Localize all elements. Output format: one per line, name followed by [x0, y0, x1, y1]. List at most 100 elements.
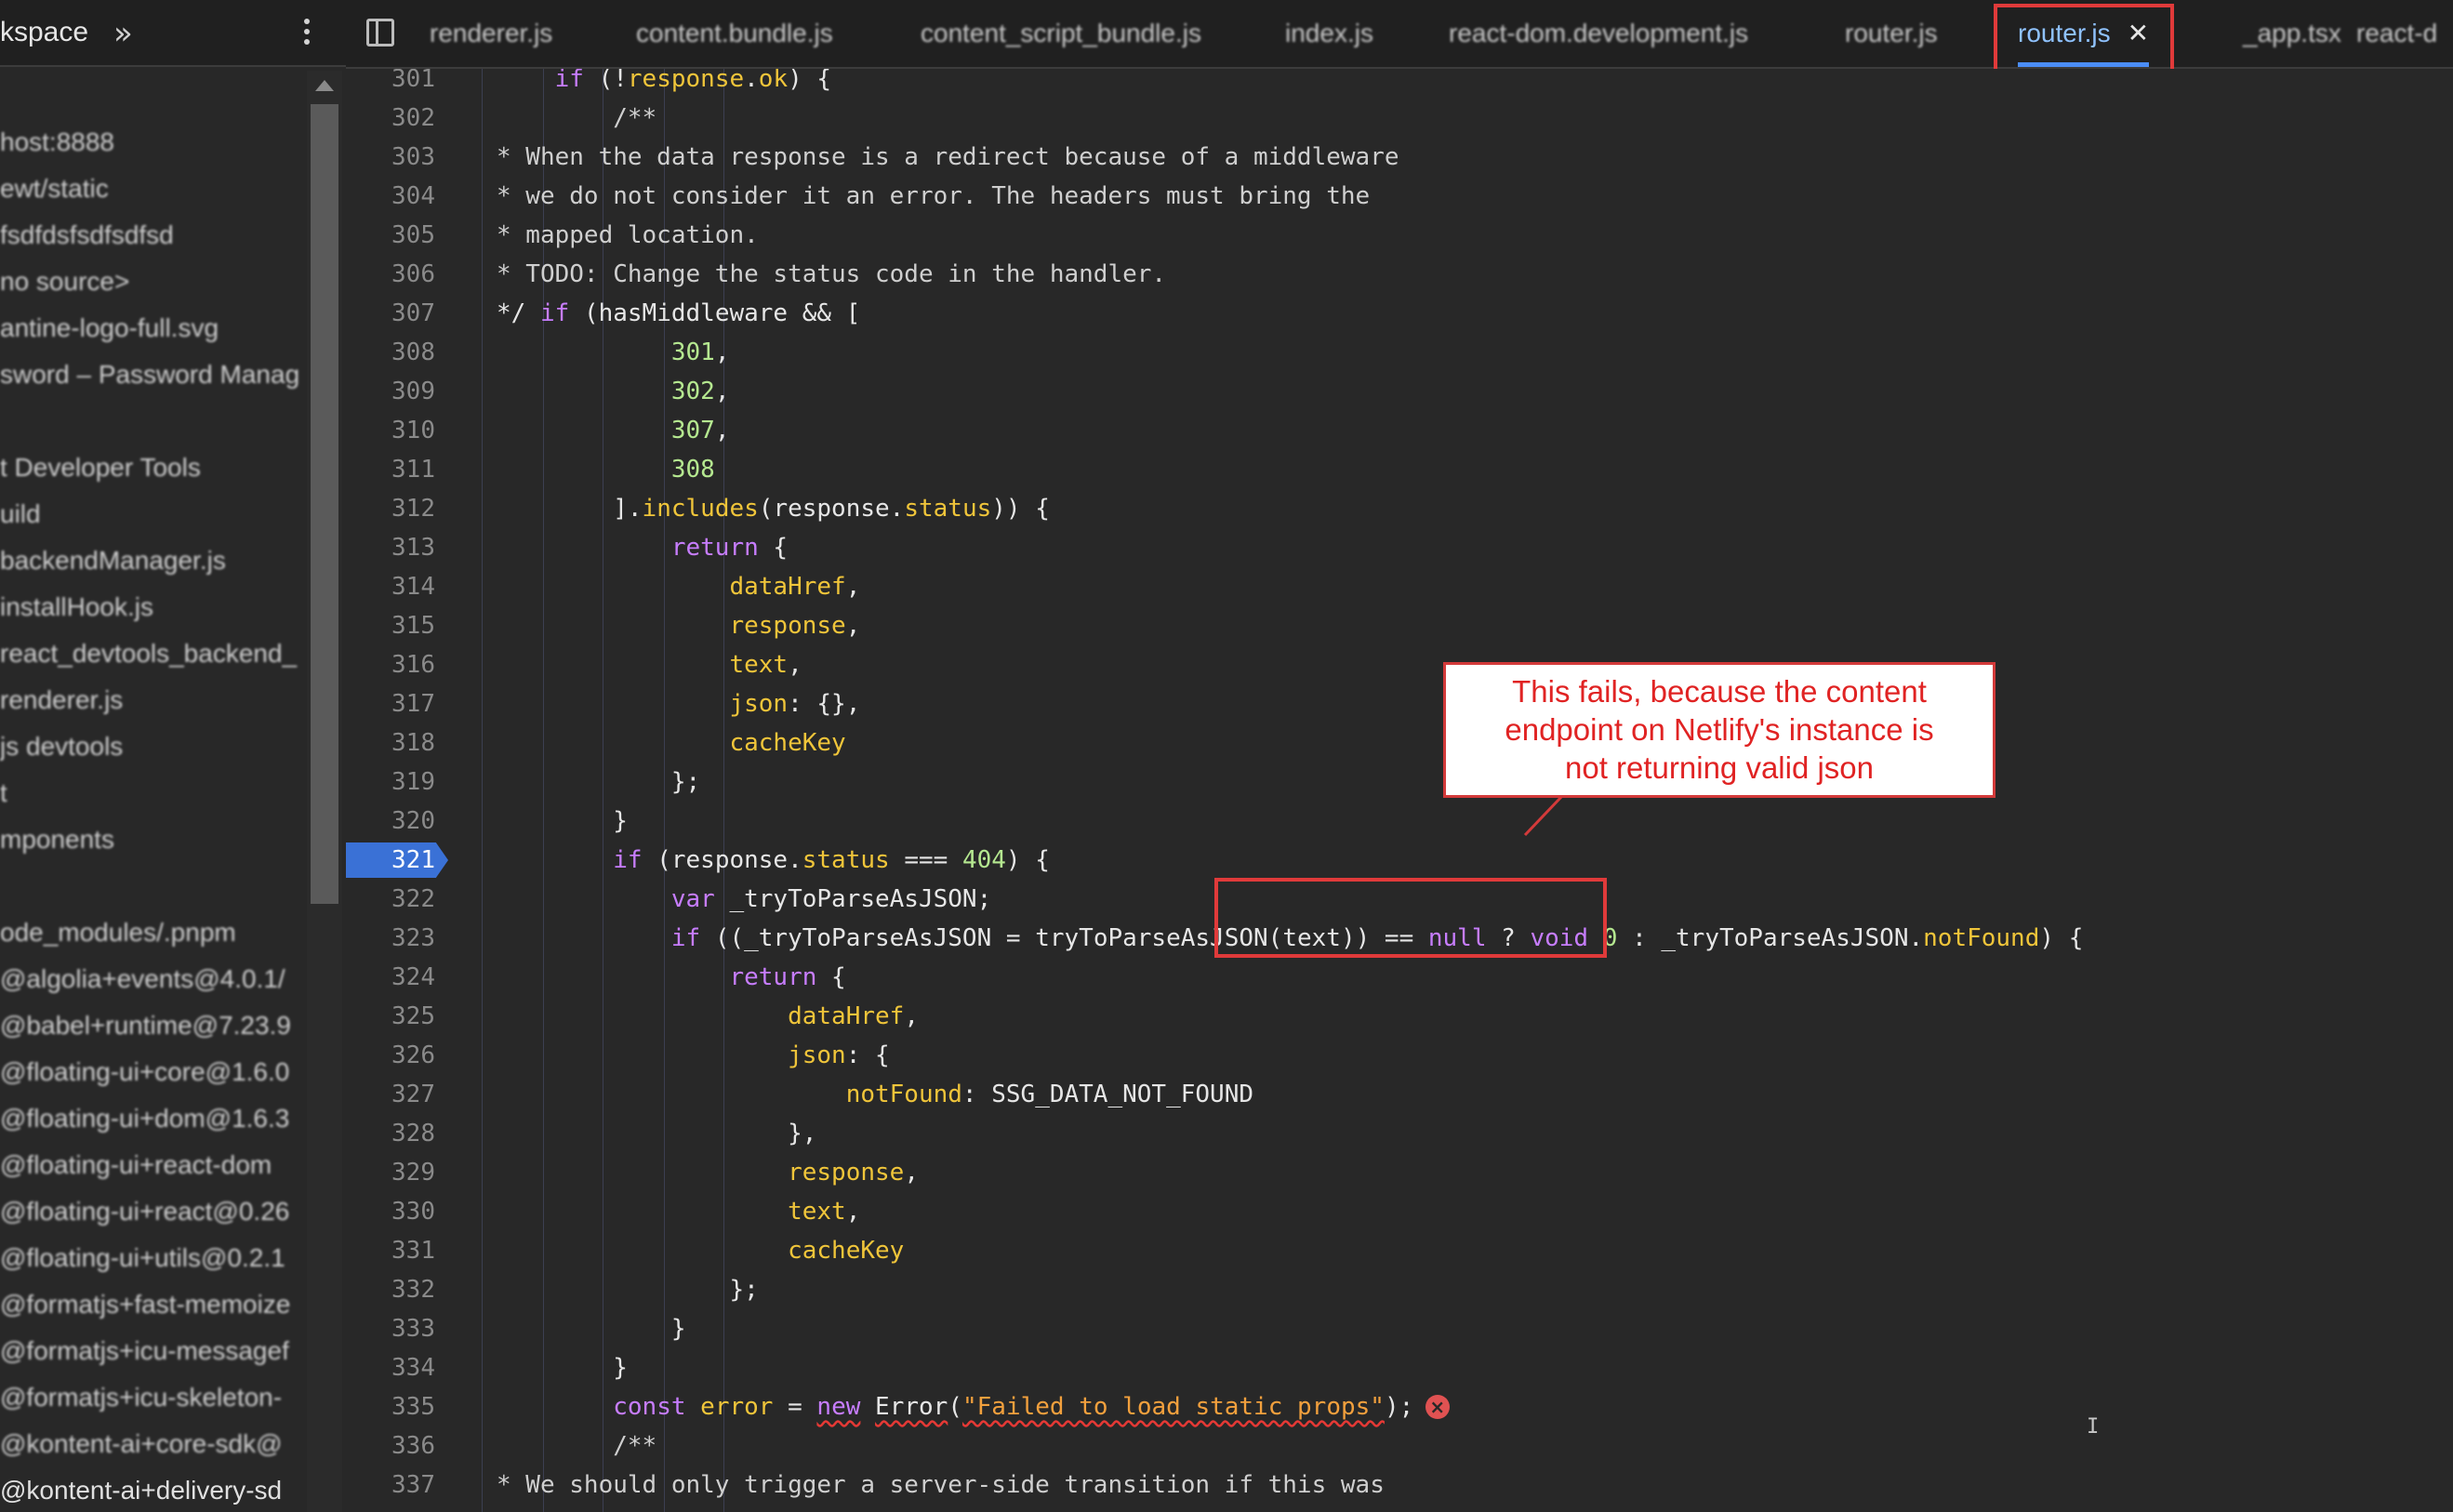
code-line[interactable]: response,	[497, 606, 860, 645]
navigator-scrollbar[interactable]	[307, 71, 342, 1512]
code-line[interactable]: * caused on a client-side transition. Ot…	[497, 1505, 1399, 1512]
line-number[interactable]: 302	[346, 99, 456, 138]
scroll-up-arrow-icon[interactable]	[315, 80, 334, 91]
line-number[interactable]: 325	[346, 997, 456, 1036]
code-line[interactable]: return {	[497, 958, 845, 997]
file-tree-item[interactable]: @floating-ui+react@0.26	[0, 1188, 307, 1235]
tab-react-d[interactable]: react-d	[2356, 0, 2437, 67]
file-tree-item[interactable]: sword – Password Manag	[0, 351, 307, 398]
file-tree-item[interactable]: @formatjs+icu-messagef	[0, 1328, 307, 1374]
code-line[interactable]: const error = new Error("Failed to load …	[497, 1387, 1413, 1426]
file-tree-item[interactable]: uild	[0, 491, 307, 537]
line-number[interactable]: 338	[346, 1505, 456, 1512]
more-tabs-chevron-icon[interactable]: »	[113, 15, 133, 52]
file-tree-item[interactable]: ewt/static	[0, 166, 307, 212]
file-tree-item[interactable]: host:8888	[0, 119, 307, 166]
line-number[interactable]: 310	[346, 411, 456, 450]
file-tree-item[interactable]: fsdfdsfsdfsdfsd	[0, 212, 307, 259]
line-number[interactable]: 311	[346, 450, 456, 489]
code-line[interactable]: }	[497, 1348, 628, 1387]
code-line[interactable]: 301,	[497, 333, 730, 372]
line-number[interactable]: 316	[346, 645, 456, 684]
file-tree-item[interactable]: backendManager.js	[0, 537, 307, 584]
file-tree-item[interactable]: installHook.js	[0, 584, 307, 630]
line-number[interactable]: 321	[346, 841, 435, 880]
line-number-gutter[interactable]: 301 302 303 304 305 306 307 308 309 310 311 312 313 3…	[346, 69, 456, 1512]
code-line[interactable]: 302,	[497, 372, 730, 411]
code-line[interactable]: * we do not consider it an error. The he…	[497, 177, 1370, 216]
tab-react-dom-development-js[interactable]: react-dom.development.js	[1449, 0, 1748, 67]
code-line[interactable]: }	[497, 1309, 686, 1348]
toggle-navigator-icon[interactable]	[366, 19, 394, 46]
line-number[interactable]: 304	[346, 177, 456, 216]
code-editor[interactable]: 301 302 303 304 305 306 307 308 309 310 311 312 313 3…	[346, 69, 2453, 1512]
navigator-title[interactable]: kspace	[0, 17, 88, 48]
code-line[interactable]: response,	[497, 1153, 919, 1192]
scrollbar-thumb[interactable]	[311, 104, 338, 904]
file-tree-item[interactable]: renderer.js	[0, 677, 307, 723]
line-number[interactable]: 315	[346, 606, 456, 645]
code-line[interactable]: * mapped location.	[497, 216, 759, 255]
file-tree-item[interactable]	[0, 398, 307, 444]
file-tree-item[interactable]: js devtools	[0, 723, 307, 770]
line-number[interactable]: 328	[346, 1114, 456, 1153]
line-number[interactable]: 329	[346, 1153, 456, 1192]
code-line[interactable]: /**	[497, 1426, 656, 1466]
error-icon[interactable]: ×	[1425, 1395, 1450, 1419]
code-line[interactable]: },	[497, 1114, 816, 1153]
line-number[interactable]: 305	[346, 216, 456, 255]
line-number[interactable]: 307	[346, 294, 456, 333]
file-tree-item[interactable]	[0, 863, 307, 909]
line-number[interactable]: 331	[346, 1231, 456, 1270]
line-number[interactable]: 336	[346, 1426, 456, 1466]
code-line[interactable]: json: {	[497, 1036, 890, 1075]
line-number[interactable]: 308	[346, 333, 456, 372]
file-tree-item[interactable]: @kontent-ai+core-sdk@	[0, 1421, 307, 1467]
file-tree-item[interactable]: @floating-ui+utils@0.2.1	[0, 1235, 307, 1281]
file-tree-item[interactable]: @floating-ui+dom@1.6.3	[0, 1095, 307, 1142]
more-options-icon[interactable]	[296, 15, 318, 52]
line-number[interactable]: 332	[346, 1270, 456, 1309]
file-tree-item[interactable]: @formatjs+fast-memoize	[0, 1281, 307, 1328]
code-line[interactable]: ].includes(response.status)) {	[497, 489, 1050, 528]
file-tree-item[interactable]: @floating-ui+core@1.6.0	[0, 1049, 307, 1095]
line-number[interactable]: 317	[346, 684, 456, 723]
line-number[interactable]: 330	[346, 1192, 456, 1231]
code-line[interactable]: cacheKey	[497, 1231, 904, 1270]
code-line[interactable]: 307,	[497, 411, 730, 450]
line-number[interactable]: 335	[346, 1387, 456, 1426]
tab-content-script-bundle-js[interactable]: content_script_bundle.js	[921, 0, 1201, 67]
file-tree-item[interactable]: react_devtools_backend_	[0, 630, 307, 677]
code-line[interactable]: return {	[497, 528, 788, 567]
line-number[interactable]: 322	[346, 880, 456, 919]
code-line[interactable]: cacheKey	[497, 723, 845, 763]
line-number[interactable]: 303	[346, 138, 456, 177]
file-tree-item[interactable]: @algolia+events@4.0.1/	[0, 956, 307, 1002]
line-number[interactable]: 323	[346, 919, 456, 958]
code-line[interactable]: };	[497, 1270, 758, 1309]
line-number[interactable]: 320	[346, 802, 456, 841]
code-line[interactable]: * We should only trigger a server-side t…	[497, 1466, 1385, 1505]
line-number[interactable]: 313	[346, 528, 456, 567]
line-number[interactable]: 334	[346, 1348, 456, 1387]
file-tree-item[interactable]: @floating-ui+react-dom	[0, 1142, 307, 1188]
line-number[interactable]: 324	[346, 958, 456, 997]
file-tree-item[interactable]: @babel+runtime@7.23.9	[0, 1002, 307, 1049]
tab-renderer-js[interactable]: renderer.js	[430, 0, 552, 67]
tab-index-js[interactable]: index.js	[1285, 0, 1373, 67]
code-line[interactable]: dataHref,	[497, 567, 860, 606]
code-line[interactable]: if (!response.ok) {	[497, 69, 831, 99]
code-line[interactable]: notFound: SSG_DATA_NOT_FOUND	[497, 1075, 1253, 1114]
code-line[interactable]: * When the data response is a redirect b…	[497, 138, 1399, 177]
code-line[interactable]: /**	[497, 99, 656, 138]
file-tree-item[interactable]: t	[0, 770, 307, 816]
file-tree-item[interactable]: @kontent-ai+delivery-sd	[0, 1467, 307, 1512]
line-number[interactable]: 301	[346, 69, 456, 99]
tab-router-js[interactable]: router.js	[1845, 0, 1938, 67]
file-tree-item[interactable]: antine-logo-full.svg	[0, 305, 307, 351]
line-number[interactable]: 337	[346, 1466, 456, 1505]
line-number[interactable]: 327	[346, 1075, 456, 1114]
code-line[interactable]: json: {},	[497, 684, 860, 723]
line-number[interactable]: 333	[346, 1309, 456, 1348]
code-line[interactable]: dataHref,	[497, 997, 919, 1036]
